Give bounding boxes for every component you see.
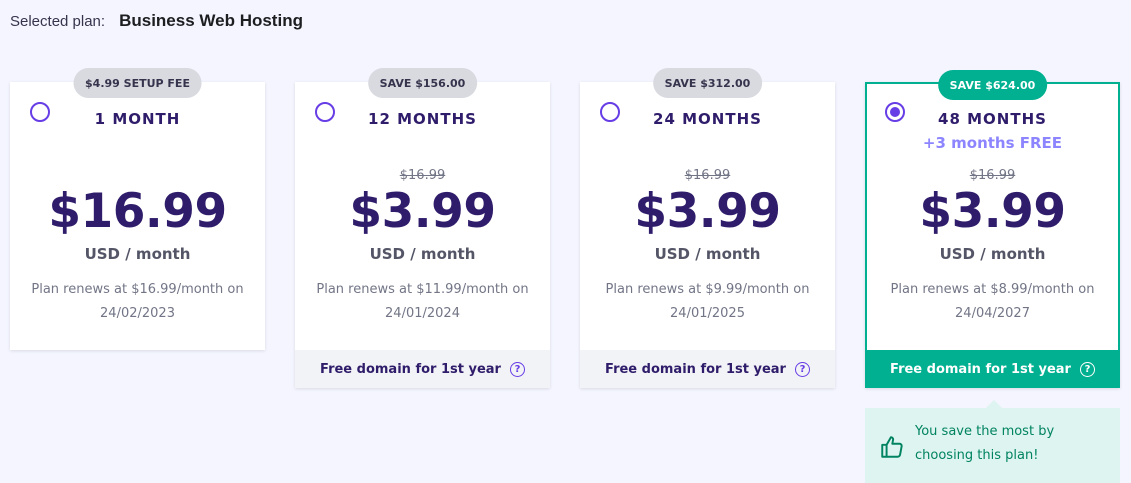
plan-card-1-month[interactable]: $4.99 SETUP FEE 1 MONTH $16.99 USD / mon… xyxy=(10,68,265,350)
plan-old-price: $16.99 xyxy=(969,168,1016,183)
renewal-line-1: Plan renews at $8.99/month on xyxy=(890,282,1095,297)
help-icon[interactable]: ? xyxy=(509,361,525,377)
tip-line-2: choosing this plan! xyxy=(915,448,1039,463)
plan-renewal-text: Plan renews at $16.99/month on 24/02/202… xyxy=(30,278,245,326)
tip-text: You save the most by choosing this plan! xyxy=(915,420,1054,468)
free-domain-label: Free domain for 1st year xyxy=(605,361,786,377)
plan-card-12-months[interactable]: SAVE $156.00 12 MONTHS $16.99 $3.99 USD … xyxy=(295,68,550,388)
savings-badge: SAVE $156.00 xyxy=(367,68,478,98)
free-domain-label: Free domain for 1st year xyxy=(890,361,1071,377)
plan-renewal-text: Plan renews at $9.99/month on 24/01/2025 xyxy=(600,278,815,326)
renewal-date: 24/01/2024 xyxy=(385,306,460,321)
free-domain-footer: Free domain for 1st year ? xyxy=(865,350,1120,388)
selected-plan-label: Selected plan: xyxy=(10,13,106,30)
plan-old-price: $16.99 xyxy=(399,168,446,183)
free-domain-label: Free domain for 1st year xyxy=(320,361,501,377)
renewal-line-1: Plan renews at $11.99/month on xyxy=(316,282,529,297)
selected-plan-name: Business Web Hosting xyxy=(119,11,303,30)
help-icon[interactable]: ? xyxy=(1079,361,1095,377)
renewal-date: 24/04/2027 xyxy=(955,306,1030,321)
plan-price: $3.99 xyxy=(349,184,496,239)
free-domain-footer: Free domain for 1st year ? xyxy=(295,350,550,388)
plan-renewal-text: Plan renews at $11.99/month on 24/01/202… xyxy=(315,278,530,326)
plan-card-24-months[interactable]: SAVE $312.00 24 MONTHS $16.99 $3.99 USD … xyxy=(580,68,835,388)
renewal-line-1: Plan renews at $9.99/month on xyxy=(605,282,810,297)
plan-term: 48 MONTHS xyxy=(938,110,1047,128)
plan-term: 12 MONTHS xyxy=(368,110,477,128)
plan-bonus: +3 months FREE xyxy=(922,134,1063,152)
savings-tip: You save the most by choosing this plan! xyxy=(865,400,1120,483)
help-icon[interactable]: ? xyxy=(794,361,810,377)
plan-term: 24 MONTHS xyxy=(653,110,762,128)
plan-renewal-text: Plan renews at $8.99/month on 24/04/2027 xyxy=(887,278,1098,326)
plan-price: $3.99 xyxy=(919,184,1066,239)
plan-price-unit: USD / month xyxy=(654,245,761,263)
plan-term: 1 MONTH xyxy=(94,110,181,128)
savings-badge: SAVE $312.00 xyxy=(652,68,763,98)
plan-price: $3.99 xyxy=(634,184,781,239)
selected-plan: Selected plan: Business Web Hosting xyxy=(10,11,303,31)
plan-price-unit: USD / month xyxy=(939,245,1046,263)
plan-price: $16.99 xyxy=(48,184,227,239)
plan-card-48-months[interactable]: SAVE $624.00 48 MONTHS +3 months FREE $1… xyxy=(865,70,1120,388)
plan-price-unit: USD / month xyxy=(84,245,191,263)
setup-fee-badge: $4.99 SETUP FEE xyxy=(73,68,202,98)
renewal-date: 24/02/2023 xyxy=(100,306,175,321)
savings-badge: SAVE $624.00 xyxy=(937,70,1048,100)
tip-line-1: You save the most by xyxy=(915,424,1055,439)
renewal-date: 24/01/2025 xyxy=(670,306,745,321)
thumbs-up-icon xyxy=(881,436,903,458)
renewal-line-1: Plan renews at $16.99/month on xyxy=(31,282,244,297)
plan-old-price: $16.99 xyxy=(684,168,731,183)
free-domain-footer: Free domain for 1st year ? xyxy=(580,350,835,388)
plan-price-unit: USD / month xyxy=(369,245,476,263)
